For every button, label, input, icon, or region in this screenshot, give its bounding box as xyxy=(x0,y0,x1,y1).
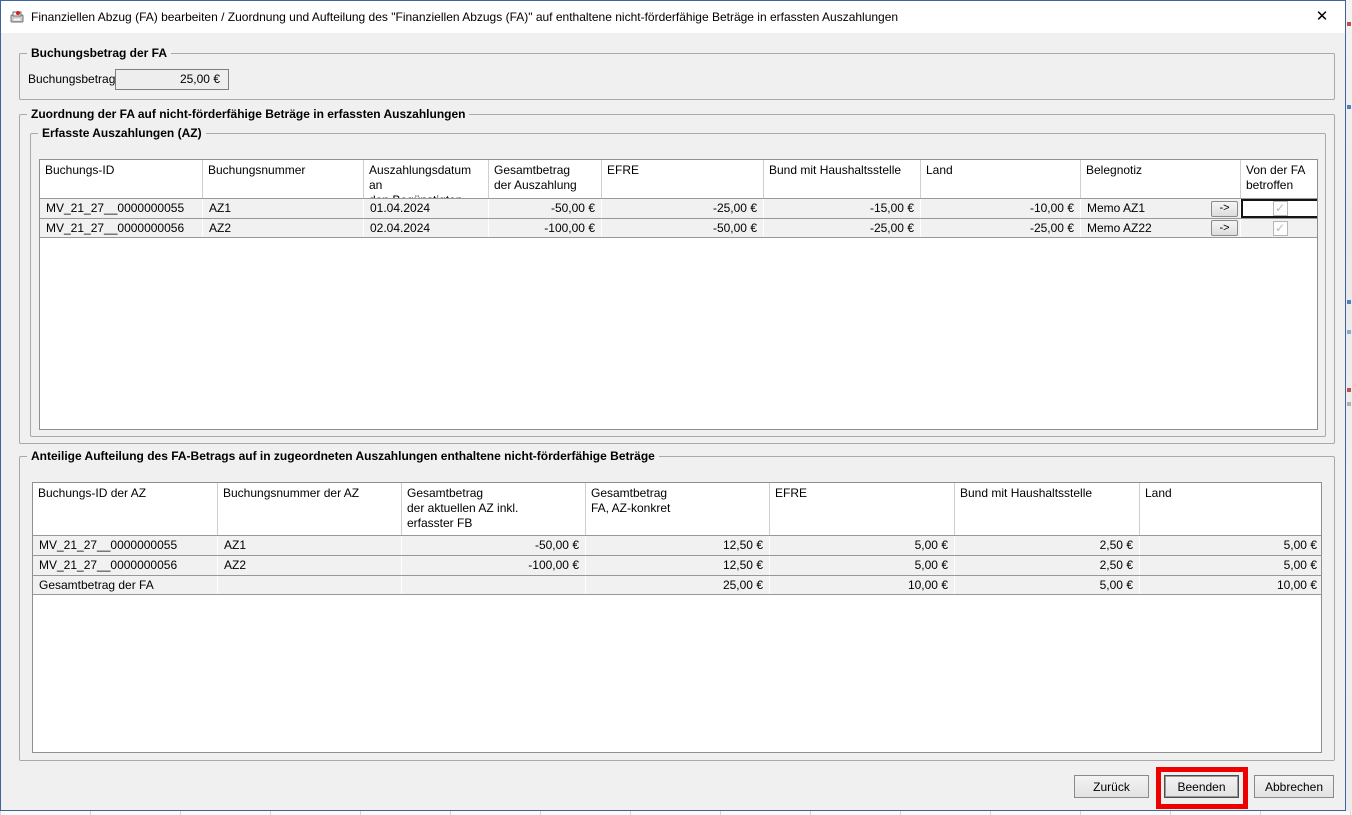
zuordnung-groupbox: Zuordnung der FA auf nicht-förderfähige … xyxy=(19,114,1335,444)
column-header-buchungsnummer: Buchungsnummer xyxy=(203,160,364,198)
cell-gesamtbetrag-fa: 12,50 € xyxy=(586,536,770,555)
column-header-buchungsnummer-der-az: Buchungsnummer der AZ xyxy=(218,483,402,535)
table-row[interactable]: MV_21_27__0000000056 AZ2 02.04.2024 -100… xyxy=(40,218,1317,238)
cell-belegnotiz: Memo AZ22 -> xyxy=(1081,219,1241,237)
belegnotiz-text: Memo AZ1 xyxy=(1087,199,1145,218)
table-row[interactable]: MV_21_27__0000000055 AZ1 01.04.2024 -50,… xyxy=(40,198,1317,218)
cell-buchungsnummer: AZ2 xyxy=(203,219,364,237)
abbrechen-button[interactable]: Abbrechen xyxy=(1254,775,1334,798)
cell-bund: 5,00 € xyxy=(955,576,1140,594)
cell-belegnotiz: Memo AZ1 -> xyxy=(1081,199,1241,218)
erfasste-auszahlungen-groupbox: Erfasste Auszahlungen (AZ) Buchungs-ID B… xyxy=(30,133,1326,437)
cell-gesamtbetrag-fa: 25,00 € xyxy=(586,576,770,594)
cell-gesamtbetrag: -50,00 € xyxy=(489,199,602,218)
column-header-bund: Bund mit Haushaltsstelle xyxy=(764,160,921,198)
close-button[interactable]: ✕ xyxy=(1305,1,1339,33)
window-title: Finanziellen Abzug (FA) bearbeiten / Zuo… xyxy=(31,1,898,33)
von-der-fa-checkbox[interactable]: ✓ xyxy=(1273,201,1288,216)
cell-gesamtbetrag: -100,00 € xyxy=(489,219,602,237)
cell-land: 5,00 € xyxy=(1140,556,1322,575)
cell-buchungsnummer: AZ1 xyxy=(218,536,402,555)
cell-buchungsnummer xyxy=(218,576,402,594)
cell-bund: -15,00 € xyxy=(764,199,921,218)
column-header-efre: EFRE xyxy=(602,160,764,198)
cell-buchungs-id: MV_21_27__0000000055 xyxy=(40,199,203,218)
cell-gesamtbetrag-az: -100,00 € xyxy=(402,556,586,575)
cell-buchungs-id: MV_21_27__0000000055 xyxy=(33,536,218,555)
buchungsbetrag-group-title: Buchungsbetrag der FA xyxy=(27,46,171,60)
beenden-button[interactable]: Beenden xyxy=(1164,775,1239,798)
cell-efre: -25,00 € xyxy=(602,199,764,218)
column-header-gesamtbetrag-az: Gesamtbetrag der aktuellen AZ inkl. erfa… xyxy=(402,483,586,535)
cell-auszahlungsdatum: 01.04.2024 xyxy=(364,199,489,218)
cell-von-der-fa-betroffen: ✓ xyxy=(1241,219,1318,237)
desktop-edge-right xyxy=(1346,0,1352,815)
column-header-gesamtbetrag: Gesamtbetrag der Auszahlung xyxy=(489,160,602,198)
cell-gesamtbetrag-az: -50,00 € xyxy=(402,536,586,555)
zuordnung-group-title: Zuordnung der FA auf nicht-förderfähige … xyxy=(27,107,469,121)
column-header-efre: EFRE xyxy=(770,483,955,535)
title-bar: Finanziellen Abzug (FA) bearbeiten / Zuo… xyxy=(1,1,1345,33)
cell-land: 10,00 € xyxy=(1140,576,1322,594)
column-header-land: Land xyxy=(1140,483,1322,535)
table-total-row[interactable]: Gesamtbetrag der FA 25,00 € 10,00 € 5,00… xyxy=(33,575,1321,595)
cell-buchungs-id: MV_21_27__0000000056 xyxy=(33,556,218,575)
cell-auszahlungsdatum: 02.04.2024 xyxy=(364,219,489,237)
column-header-von-der-fa-betroffen: Von der FA betroffen xyxy=(1241,160,1318,198)
cell-gesamtbetrag-az xyxy=(402,576,586,594)
close-icon: ✕ xyxy=(1316,8,1329,25)
app-icon xyxy=(9,9,25,25)
erfasste-auszahlungen-title: Erfasste Auszahlungen (AZ) xyxy=(38,126,206,140)
table-row[interactable]: MV_21_27__0000000056 AZ2 -100,00 € 12,50… xyxy=(33,555,1321,575)
column-header-gesamtbetrag-fa: Gesamtbetrag FA, AZ-konkret xyxy=(586,483,770,535)
cell-buchungsnummer: AZ1 xyxy=(203,199,364,218)
cell-land: -10,00 € xyxy=(921,199,1081,218)
cell-efre: -50,00 € xyxy=(602,219,764,237)
auszahlungen-table: Buchungs-ID Buchungsnummer Auszahlungsda… xyxy=(39,159,1318,430)
cell-bund: 2,50 € xyxy=(955,536,1140,555)
belegnotiz-text: Memo AZ22 xyxy=(1087,219,1152,237)
desktop-edge-bottom xyxy=(0,811,1352,815)
aufteilung-table-header: Buchungs-ID der AZ Buchungsnummer der AZ… xyxy=(33,483,1321,535)
zurueck-button[interactable]: Zurück xyxy=(1074,775,1149,798)
von-der-fa-checkbox[interactable]: ✓ xyxy=(1273,221,1288,236)
buchungsbetrag-label: Buchungsbetrag xyxy=(28,72,115,86)
cell-efre: 5,00 € xyxy=(770,536,955,555)
buchungsbetrag-field[interactable]: 25,00 € xyxy=(115,69,229,90)
column-header-auszahlungsdatum: Auszahlungsdatum an den Begünstigten xyxy=(364,160,489,198)
table-row[interactable]: MV_21_27__0000000055 AZ1 -50,00 € 12,50 … xyxy=(33,535,1321,555)
column-header-buchungs-id: Buchungs-ID xyxy=(40,160,203,198)
aufteilung-groupbox: Anteilige Aufteilung des FA-Betrags auf … xyxy=(19,456,1335,761)
column-header-belegnotiz: Belegnotiz xyxy=(1081,160,1241,198)
cell-gesamtbetrag-fa: 12,50 € xyxy=(586,556,770,575)
cell-land: -25,00 € xyxy=(921,219,1081,237)
cell-bund: -25,00 € xyxy=(764,219,921,237)
cell-total-label: Gesamtbetrag der FA xyxy=(33,576,218,594)
cell-efre: 10,00 € xyxy=(770,576,955,594)
column-header-bund: Bund mit Haushaltsstelle xyxy=(955,483,1140,535)
cell-efre: 5,00 € xyxy=(770,556,955,575)
cell-buchungsnummer: AZ2 xyxy=(218,556,402,575)
column-header-buchungs-id-der-az: Buchungs-ID der AZ xyxy=(33,483,218,535)
aufteilung-group-title: Anteilige Aufteilung des FA-Betrags auf … xyxy=(27,449,659,463)
cell-land: 5,00 € xyxy=(1140,536,1322,555)
auszahlungen-table-header: Buchungs-ID Buchungsnummer Auszahlungsda… xyxy=(40,160,1317,198)
aufteilung-table: Buchungs-ID der AZ Buchungsnummer der AZ… xyxy=(32,482,1322,753)
cell-buchungs-id: MV_21_27__0000000056 xyxy=(40,219,203,237)
open-belegnotiz-button[interactable]: -> xyxy=(1211,201,1238,217)
column-header-land: Land xyxy=(921,160,1081,198)
cell-bund: 2,50 € xyxy=(955,556,1140,575)
open-belegnotiz-button[interactable]: -> xyxy=(1211,220,1238,236)
dialog-window: Finanziellen Abzug (FA) bearbeiten / Zuo… xyxy=(0,0,1346,811)
cell-von-der-fa-betroffen: ✓ xyxy=(1241,199,1318,218)
buchungsbetrag-groupbox: Buchungsbetrag der FA Buchungsbetrag 25,… xyxy=(19,53,1335,100)
